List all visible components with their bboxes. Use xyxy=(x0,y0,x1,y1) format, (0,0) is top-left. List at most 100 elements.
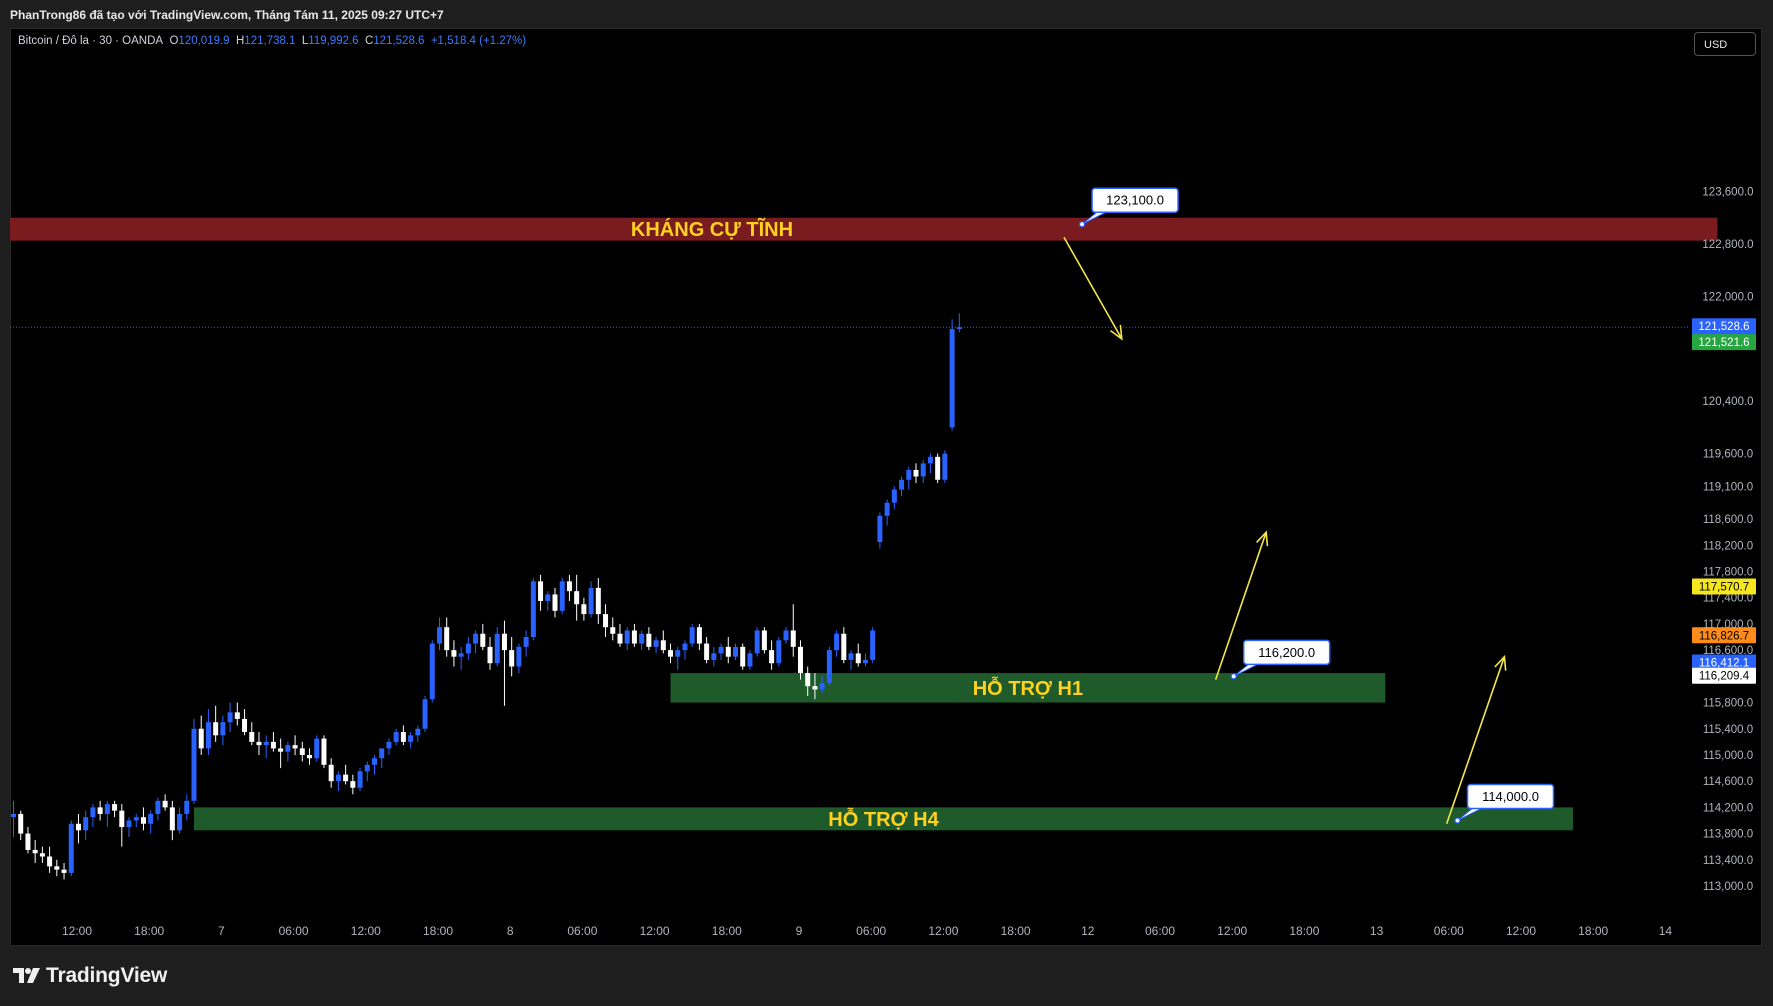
candle-body xyxy=(855,653,861,664)
time-tick-label: 18:00 xyxy=(134,924,164,938)
candle-body xyxy=(559,581,565,611)
candle-body xyxy=(335,774,341,782)
symbol-name[interactable]: Bitcoin / Đô la · 30 · OANDA xyxy=(18,35,163,47)
candle-body xyxy=(54,866,60,870)
candle-body xyxy=(270,741,276,749)
brand-logo[interactable]: TradingView xyxy=(12,962,167,990)
candle-body xyxy=(75,823,81,831)
chart-canvas[interactable]: KHÁNG CỰ TĨNH HỖ TRỢ H1 HỖ TRỢ H4 123,100.… xyxy=(0,0,1773,1006)
candle-body xyxy=(653,640,659,647)
price-tick-label: 118,200.0 xyxy=(1703,540,1753,552)
candle-body xyxy=(783,630,789,641)
candle-body xyxy=(285,745,291,752)
price-tick-label: 115,800.0 xyxy=(1703,698,1753,710)
price-tick-label: 119,100.0 xyxy=(1703,481,1753,493)
candle-body xyxy=(148,813,154,824)
candle-body xyxy=(696,627,702,644)
candle-body xyxy=(595,587,601,615)
candle-body xyxy=(610,627,616,634)
candle-body xyxy=(343,774,349,782)
time-tick-label: 12:00 xyxy=(62,924,92,938)
candle-body xyxy=(465,643,471,654)
high-value: 121,738.1 xyxy=(244,35,296,47)
candle-body xyxy=(639,633,645,644)
candle-body xyxy=(350,781,356,788)
candle-body xyxy=(169,807,175,831)
candle-body xyxy=(668,650,674,657)
candle-body xyxy=(220,722,226,736)
price-axis: 113,000.0 113,400.0 113,800.0 114,200.0 114,… xyxy=(1692,186,1756,893)
price-tick-label: 120,400.0 xyxy=(1702,396,1753,408)
time-tick-label: 12:00 xyxy=(928,924,958,938)
candle-body xyxy=(11,813,16,818)
candle-body xyxy=(299,748,305,755)
brand-name: TradingView xyxy=(46,964,168,987)
candle-body xyxy=(97,807,103,814)
candles-layer xyxy=(11,313,962,880)
candle-body xyxy=(119,810,125,828)
candle-body xyxy=(451,650,457,657)
candle-body xyxy=(213,722,219,736)
candle-body xyxy=(415,728,421,736)
candle-body xyxy=(140,817,146,824)
resistance-label: KHÁNG CỰ TĨNH xyxy=(631,218,793,241)
candle-body xyxy=(805,673,811,687)
candle-body xyxy=(538,581,544,601)
candle-body xyxy=(177,813,183,831)
candle-body xyxy=(473,633,479,644)
candle-body xyxy=(581,604,587,615)
candle-body xyxy=(848,653,854,660)
time-tick-label: 18:00 xyxy=(1578,924,1608,938)
candle-body xyxy=(400,732,406,742)
candle-body xyxy=(112,804,118,811)
candle-body xyxy=(516,646,522,667)
candle-body xyxy=(328,764,334,782)
time-tick-label: 06:00 xyxy=(279,924,309,938)
candle-body xyxy=(797,646,803,674)
candle-body xyxy=(704,643,710,660)
candle-body xyxy=(718,646,724,654)
price-tick-label: 122,000.0 xyxy=(1702,291,1753,303)
candle-body xyxy=(841,633,847,660)
candle-body xyxy=(884,502,890,516)
price-label-text: 116,209.4 xyxy=(1699,671,1750,683)
candle-body xyxy=(198,728,204,749)
price-tick-label: 113,000.0 xyxy=(1703,881,1753,893)
axis-price-label: 116,209.4 xyxy=(1692,667,1756,684)
callout-anchor xyxy=(1230,673,1237,680)
candle-body xyxy=(104,804,110,814)
candle-body xyxy=(357,771,363,788)
time-axis: 12:00 18:00 7 06:00 12:00 18:00 8 06:00 12:00 18:… xyxy=(62,924,1672,938)
price-tick-label: 122,800.0 xyxy=(1702,239,1753,251)
candle-body xyxy=(812,686,818,690)
candle-body xyxy=(429,643,435,700)
candle-body xyxy=(574,591,580,605)
time-tick-label: 12:00 xyxy=(1506,924,1536,938)
candle-body xyxy=(408,735,414,742)
price-label-text: 121,528.6 xyxy=(1698,321,1749,333)
candle-body xyxy=(913,469,919,477)
time-tick-label: 18:00 xyxy=(1001,924,1031,938)
candle-body xyxy=(458,653,464,657)
candle-body xyxy=(588,587,594,615)
price-label-text: 117,570.7 xyxy=(1699,582,1749,594)
candle-body xyxy=(249,732,255,742)
time-tick-label: 12:00 xyxy=(351,924,381,938)
candle-body xyxy=(761,630,767,651)
candle-body xyxy=(682,643,688,651)
candle-body xyxy=(776,640,782,664)
candle-body xyxy=(307,754,313,759)
arrow-head xyxy=(1110,324,1123,341)
price-label-text: 121,521.6 xyxy=(1698,337,1749,349)
candle-body xyxy=(372,758,377,765)
candle-body xyxy=(494,633,500,664)
currency-button[interactable]: USD xyxy=(1694,32,1756,56)
candle-body xyxy=(725,646,731,657)
candle-body xyxy=(18,813,24,834)
candle-body xyxy=(769,650,775,664)
candle-body xyxy=(256,741,262,746)
candle-body xyxy=(624,630,630,644)
candle-body xyxy=(509,650,515,667)
candle-body xyxy=(617,633,623,644)
candle-body xyxy=(603,614,609,628)
